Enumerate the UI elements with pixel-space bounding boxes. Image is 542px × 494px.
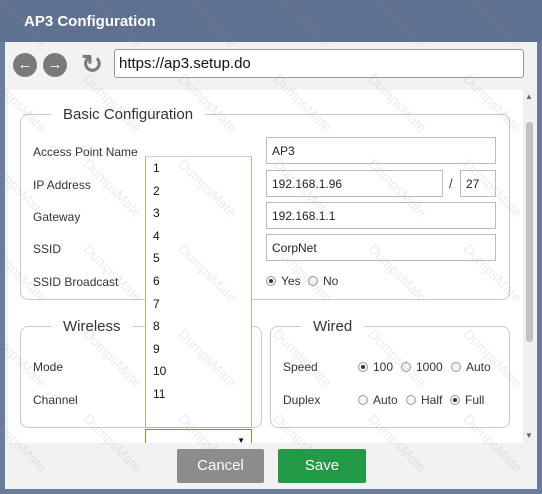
- scrollbar-thumb[interactable]: [526, 122, 533, 342]
- channel-option[interactable]: 11: [146, 383, 251, 406]
- radio-selected-icon: [358, 362, 368, 372]
- cancel-button[interactable]: Cancel: [177, 449, 264, 483]
- wireless-legend: Wireless: [63, 318, 121, 335]
- gateway-field[interactable]: 192.168.1.1: [266, 202, 496, 229]
- ip-address-field[interactable]: 192.168.1.96: [266, 170, 443, 197]
- radio-unselected-icon: [358, 395, 368, 405]
- channel-select[interactable]: ▼: [145, 429, 252, 443]
- dialog-body: ← → ↻ https://ap3.setup.do Basic Configu…: [5, 42, 537, 489]
- back-arrow-icon[interactable]: ←: [13, 53, 37, 77]
- channel-option[interactable]: 2: [146, 180, 251, 203]
- ssid-broadcast-no-radio[interactable]: No: [308, 274, 338, 288]
- ip-prefix-field[interactable]: 27: [460, 170, 496, 197]
- duplex-full-label: Full: [465, 393, 485, 407]
- duplex-label: Duplex: [283, 393, 321, 407]
- wired-legend: Wired: [313, 318, 353, 335]
- ssid-broadcast-no-label: No: [323, 274, 339, 288]
- ssid-label: SSID: [33, 242, 62, 256]
- channel-option[interactable]: 8: [146, 315, 251, 338]
- save-button[interactable]: Save: [278, 449, 366, 483]
- scroll-down-icon[interactable]: ▼: [524, 431, 534, 441]
- config-page: Basic Configuration Access Point Name AP…: [8, 90, 535, 443]
- refresh-icon[interactable]: ↻: [79, 51, 105, 77]
- basic-configuration-legend: Basic Configuration: [63, 106, 194, 123]
- ip-address-label: IP Address: [33, 178, 91, 192]
- speed-1000-radio[interactable]: 1000: [401, 360, 443, 374]
- duplex-half-radio[interactable]: Half: [406, 393, 442, 407]
- radio-selected-icon: [450, 395, 460, 405]
- mode-label: Mode: [33, 360, 64, 374]
- duplex-full-radio[interactable]: Full: [450, 393, 484, 407]
- ip-prefix-separator: /: [449, 176, 453, 191]
- radio-unselected-icon: [406, 395, 416, 405]
- speed-label: Speed: [283, 360, 318, 374]
- duplex-auto-radio[interactable]: Auto: [358, 393, 398, 407]
- channel-option[interactable]: 4: [146, 225, 251, 248]
- duplex-auto-label: Auto: [373, 393, 398, 407]
- channel-option[interactable]: 5: [146, 247, 251, 270]
- speed-auto-label: Auto: [466, 360, 491, 374]
- ssid-broadcast-yes-radio[interactable]: Yes: [266, 274, 301, 288]
- scroll-up-icon[interactable]: ▲: [524, 92, 534, 102]
- title-bar: AP3 Configuration: [0, 0, 542, 42]
- ssid-broadcast-yes-label: Yes: [281, 274, 301, 288]
- ssid-broadcast-label: SSID Broadcast: [33, 275, 119, 289]
- radio-selected-icon: [266, 276, 276, 286]
- channel-option[interactable]: 3: [146, 202, 251, 225]
- app-window: AP3 Configuration ← → ↻ https://ap3.setu…: [0, 0, 542, 494]
- speed-100-label: 100: [373, 360, 394, 374]
- dialog-footer: Cancel Save: [5, 443, 537, 489]
- url-bar[interactable]: https://ap3.setup.do: [114, 49, 524, 78]
- channel-label: Channel: [33, 393, 78, 407]
- gateway-label: Gateway: [33, 210, 81, 224]
- radio-unselected-icon: [451, 362, 461, 372]
- speed-auto-radio[interactable]: Auto: [451, 360, 491, 374]
- window-title: AP3 Configuration: [24, 13, 156, 30]
- channel-option[interactable]: 7: [146, 293, 251, 316]
- speed-1000-label: 1000: [416, 360, 443, 374]
- channel-option[interactable]: 6: [146, 270, 251, 293]
- vertical-scrollbar[interactable]: ▲ ▼: [523, 90, 535, 443]
- radio-unselected-icon: [401, 362, 411, 372]
- forward-arrow-icon[interactable]: →: [43, 53, 67, 77]
- channel-option[interactable]: 9: [146, 338, 251, 361]
- ssid-field[interactable]: CorpNet: [266, 234, 496, 261]
- access-point-name-field[interactable]: AP3: [266, 137, 496, 164]
- radio-unselected-icon: [308, 276, 318, 286]
- channel-dropdown-list: 1 2 3 4 5 6 7 8 9 10 11: [145, 156, 252, 428]
- chevron-down-icon: ▼: [237, 436, 245, 443]
- channel-option[interactable]: 1: [146, 157, 251, 180]
- browser-toolbar: ← → ↻ https://ap3.setup.do: [5, 42, 537, 88]
- duplex-half-label: Half: [421, 393, 443, 407]
- speed-100-radio[interactable]: 100: [358, 360, 393, 374]
- access-point-name-label: Access Point Name: [33, 145, 138, 159]
- channel-option[interactable]: 10: [146, 360, 251, 383]
